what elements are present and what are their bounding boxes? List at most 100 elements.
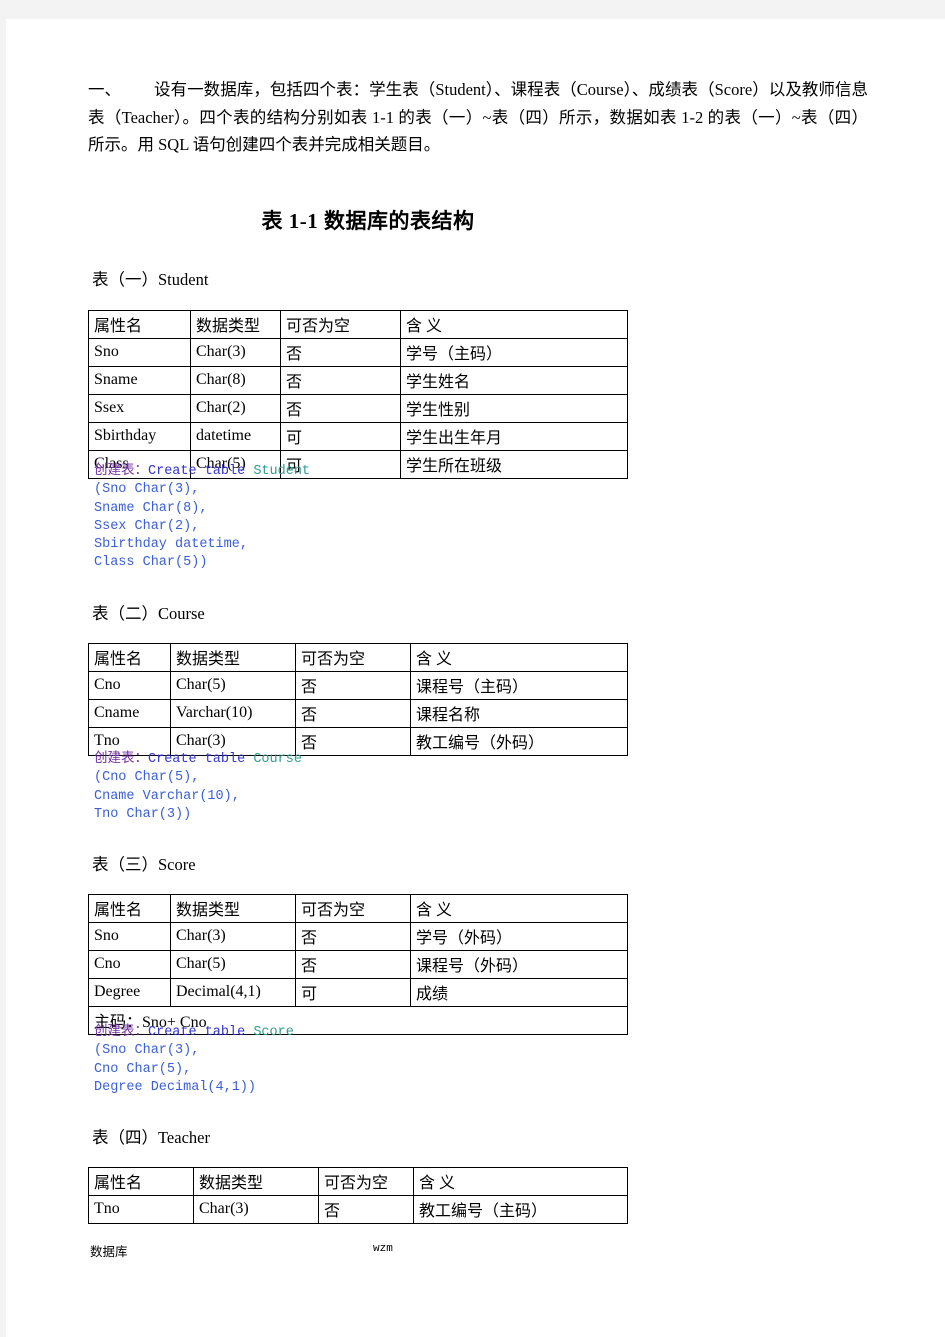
- table-row: Ssex Char(2) 否 学生性别: [88, 394, 628, 423]
- table-header-row: 属性名 数据类型 可否为空 含 义: [88, 310, 628, 339]
- sql-keyword: Create table: [148, 464, 246, 479]
- cell-attr: Sno: [88, 922, 171, 951]
- cell-attr: Sno: [88, 338, 191, 367]
- table-row: Sbirthday datetime 可 学生出生年月: [88, 422, 628, 451]
- table-row: Cno Char(5) 否 课程号（外码）: [88, 950, 628, 979]
- footer-center-text: wzm: [373, 1243, 393, 1255]
- cell-nullable: 否: [295, 950, 411, 979]
- cell-meaning: 教工编号（外码）: [410, 727, 628, 756]
- sql-block-course: 创建表：Create table Course (Cno Char(5), Cnam…: [94, 751, 302, 824]
- cell-type: datetime: [190, 422, 281, 451]
- cell-nullable: 否: [280, 338, 401, 367]
- cell-nullable: 可: [280, 422, 401, 451]
- table-header-row: 属性名 数据类型 可否为空 含 义: [88, 643, 628, 672]
- cell-type: Char(8): [190, 366, 281, 395]
- intro-text: 设有一数据库，包括四个表：学生表（Student）、课程表（Course）、成绩…: [88, 80, 868, 154]
- col-header-attr: 属性名: [88, 1167, 194, 1196]
- col-header-type: 数据类型: [170, 643, 296, 672]
- col-header-nullable: 可否为空: [295, 643, 411, 672]
- sql-line: Cname Varchar(10),: [94, 788, 240, 804]
- cell-attr: Cno: [88, 671, 171, 700]
- cell-meaning: 教工编号（主码）: [413, 1195, 628, 1224]
- col-header-type: 数据类型: [193, 1167, 319, 1196]
- sql-line: (Sno Char(3),: [94, 482, 200, 498]
- cell-nullable: 否: [295, 922, 411, 951]
- cell-nullable: 否: [280, 366, 401, 395]
- col-header-attr: 属性名: [88, 643, 171, 672]
- sql-label: 创建表：: [94, 1025, 148, 1040]
- cell-type: Char(2): [190, 394, 281, 423]
- table-course: 属性名 数据类型 可否为空 含 义 Cno Char(5) 否 课程号（主码） …: [88, 643, 628, 756]
- sql-line: Sname Char(8),: [94, 500, 208, 516]
- cell-meaning: 学号（主码）: [400, 338, 628, 367]
- col-header-meaning: 含 义: [410, 643, 628, 672]
- cell-meaning: 学生出生年月: [400, 422, 628, 451]
- table-score: 属性名 数据类型 可否为空 含 义 Sno Char(3) 否 学号（外码） C…: [88, 894, 628, 1035]
- footer-left-text: 数据库: [90, 1244, 128, 1259]
- col-header-meaning: 含 义: [413, 1167, 628, 1196]
- cell-meaning: 课程名称: [410, 699, 628, 728]
- sql-line: Degree Decimal(4,1)): [94, 1079, 257, 1095]
- page-title: 表 1-1 数据库的表结构: [261, 209, 475, 233]
- table-row: Sno Char(3) 否 学号（外码）: [88, 922, 628, 951]
- section-caption-course: 表（二）Course: [92, 604, 205, 623]
- cell-type: Char(3): [190, 338, 281, 367]
- cell-nullable: 可: [295, 978, 411, 1007]
- cell-attr: Sname: [88, 366, 191, 395]
- col-header-nullable: 可否为空: [280, 310, 401, 339]
- cell-type: Decimal(4,1): [170, 978, 296, 1007]
- sql-line: Tno Char(3)): [94, 806, 192, 822]
- col-header-type: 数据类型: [190, 310, 281, 339]
- sql-label: 创建表：: [94, 752, 148, 767]
- table-teacher: 属性名 数据类型 可否为空 含 义 Tno Char(3) 否 教工编号（主码）: [88, 1167, 628, 1224]
- sql-line: (Sno Char(3),: [94, 1043, 200, 1059]
- sql-line: Class Char(5)): [94, 555, 208, 571]
- cell-meaning: 学生所在班级: [400, 450, 628, 479]
- table-row: Sname Char(8) 否 学生姓名: [88, 366, 628, 395]
- table-row: Tno Char(3) 否 教工编号（主码）: [88, 1195, 628, 1224]
- sql-table-name: Score: [253, 1025, 294, 1040]
- cell-attr: Degree: [88, 978, 171, 1007]
- col-header-meaning: 含 义: [410, 894, 628, 923]
- sql-label: 创建表：: [94, 464, 148, 479]
- sql-keyword: Create table: [148, 1025, 246, 1040]
- intro-number: 一、: [88, 80, 121, 99]
- cell-attr: Tno: [88, 1195, 194, 1224]
- col-header-nullable: 可否为空: [295, 894, 411, 923]
- sql-line: Cno Char(5),: [94, 1061, 192, 1077]
- sql-keyword: Create table: [148, 752, 246, 767]
- sql-line: (Cno Char(5),: [94, 770, 200, 786]
- sql-line: Sbirthday datetime,: [94, 537, 248, 553]
- table-header-row: 属性名 数据类型 可否为空 含 义: [88, 894, 628, 923]
- sql-table-name: Student: [253, 464, 311, 479]
- section-caption-score: 表（三）Score: [92, 855, 196, 874]
- intro-paragraph: 一、 设有一数据库，包括四个表：学生表（Student）、课程表（Course）、…: [88, 76, 868, 159]
- col-header-nullable: 可否为空: [318, 1167, 414, 1196]
- cell-type: Char(5): [170, 671, 296, 700]
- col-header-attr: 属性名: [88, 894, 171, 923]
- cell-type: Varchar(10): [170, 699, 296, 728]
- cell-type: Char(5): [170, 950, 296, 979]
- sql-block-score: 创建表：Create table Score (Sno Char(3), Cno C…: [94, 1024, 294, 1097]
- cell-attr: Sbirthday: [88, 422, 191, 451]
- cell-nullable: 否: [280, 394, 401, 423]
- cell-meaning: 成绩: [410, 978, 628, 1007]
- section-caption-student: 表（一）Student: [92, 270, 209, 289]
- cell-meaning: 课程号（主码）: [410, 671, 628, 700]
- col-header-attr: 属性名: [88, 310, 191, 339]
- cell-meaning: 课程号（外码）: [410, 950, 628, 979]
- sql-table-name: Course: [253, 752, 302, 767]
- cell-meaning: 学生性别: [400, 394, 628, 423]
- cell-nullable: 否: [295, 671, 411, 700]
- cell-type: Char(3): [170, 922, 296, 951]
- table-row: Sno Char(3) 否 学号（主码）: [88, 338, 628, 367]
- cell-nullable: 否: [295, 727, 411, 756]
- table-row: Cno Char(5) 否 课程号（主码）: [88, 671, 628, 700]
- col-header-meaning: 含 义: [400, 310, 628, 339]
- cell-attr: Cno: [88, 950, 171, 979]
- page-top-margin-band: [0, 0, 945, 19]
- cell-meaning: 学生姓名: [400, 366, 628, 395]
- cell-type: Char(3): [193, 1195, 319, 1224]
- cell-attr: Ssex: [88, 394, 191, 423]
- col-header-type: 数据类型: [170, 894, 296, 923]
